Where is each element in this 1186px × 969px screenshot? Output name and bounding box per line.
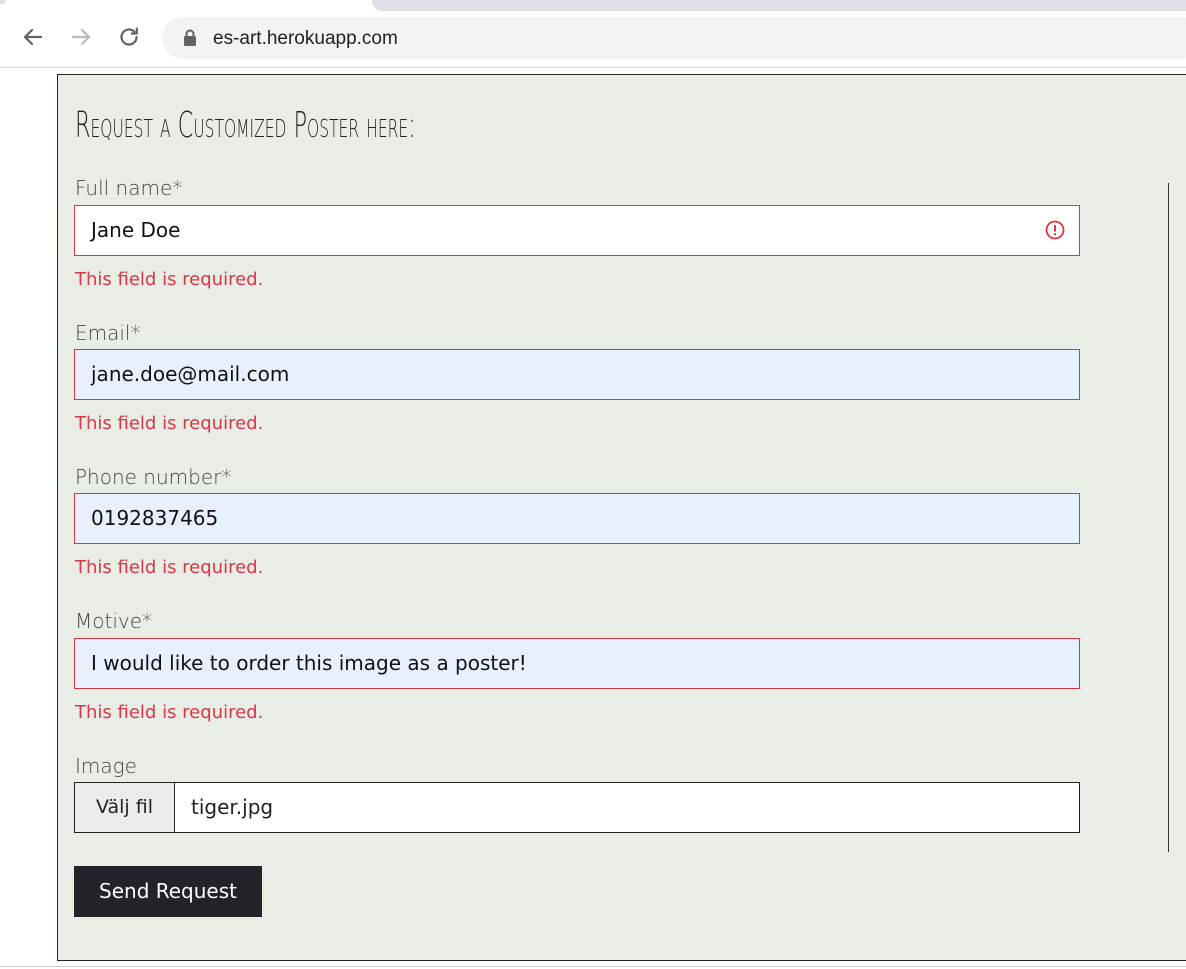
full-name-input[interactable]: Jane Doe [74,205,1080,256]
phone-label: Phone number* [75,465,232,489]
email-label: Email* [75,321,141,345]
lock-icon[interactable] [183,29,197,47]
motive-error: This field is required. [75,702,264,723]
full-name-value: Jane Doe [91,218,181,242]
address-bar[interactable]: es-art.herokuapp.com [162,17,1186,59]
phone-input[interactable]: 0192837465 [74,493,1080,544]
image-label: Image [75,754,137,778]
page-title: Request a Customized Poster here: [75,105,416,146]
choose-file-button[interactable]: Välj fil [75,783,175,832]
scroll-divider [1168,183,1169,852]
tab-strip [0,0,1186,11]
image-file-input[interactable]: Välj fil tiger.jpg [74,782,1080,833]
forward-button[interactable] [66,22,96,52]
motive-value: I would like to order this image as a po… [91,651,527,675]
phone-value: 0192837465 [91,506,219,530]
email-input[interactable]: jane.doe@mail.com [74,349,1080,400]
browser-toolbar: es-art.herokuapp.com [0,0,1186,68]
full-name-error: This field is required. [75,269,264,290]
reload-button[interactable] [114,22,144,52]
viewport-bottom-edge [0,966,1186,967]
back-button[interactable] [18,22,48,52]
url-text[interactable]: es-art.herokuapp.com [213,28,398,50]
arrow-right-icon [71,28,91,46]
reload-icon [120,27,138,46]
motive-input[interactable]: I would like to order this image as a po… [74,638,1080,689]
motive-label: Motive* [75,609,153,633]
arrow-left-icon [23,28,43,46]
email-error: This field is required. [75,413,264,434]
selected-file-name: tiger.jpg [191,795,274,819]
full-name-label: Full name* [75,176,183,200]
tab-edge [0,0,6,4]
send-request-button[interactable]: Send Request [74,866,262,917]
phone-error: This field is required. [75,557,264,578]
email-value: jane.doe@mail.com [91,362,290,386]
inactive-tab-area[interactable] [372,0,1186,11]
exclamation-circle-icon [1045,220,1065,240]
